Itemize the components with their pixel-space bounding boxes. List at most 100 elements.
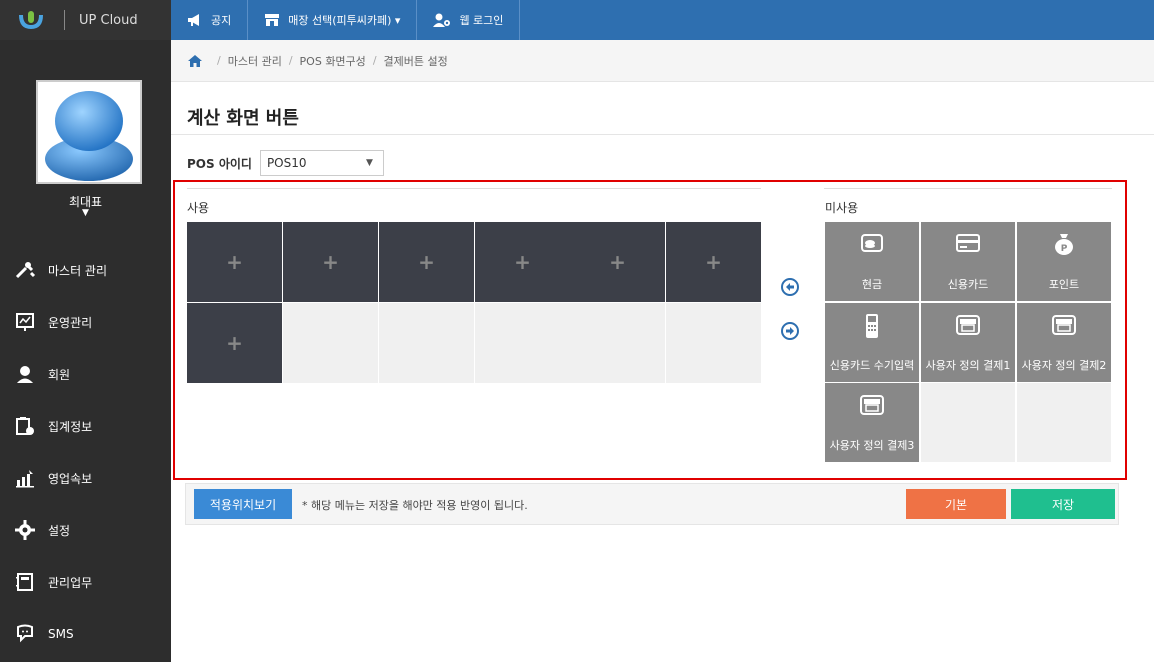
used-slot[interactable]: + <box>570 222 665 302</box>
unused-title: 미사용 <box>825 201 859 215</box>
store-icon <box>1017 313 1111 337</box>
unused-button-label: 포인트 <box>1048 278 1080 291</box>
used-divider <box>187 188 761 189</box>
unused-button-cash[interactable]: 현금 <box>825 222 919 301</box>
store-icon <box>825 393 919 417</box>
unused-divider <box>824 188 1112 189</box>
preview-position-button[interactable]: 적용위치보기 <box>194 489 292 519</box>
unused-button-custom-2[interactable]: 사용자 정의 결제2 <box>1017 303 1111 382</box>
notebook-icon <box>14 571 36 593</box>
unused-button-label: 현금 <box>861 278 883 291</box>
breadcrumb: / 마스터 관리 / POS 화면구성 / 결제버튼 설정 <box>171 40 1154 82</box>
used-slot[interactable]: + <box>187 303 282 383</box>
unused-button-label: 신용카드 수기입력 <box>829 359 915 372</box>
sidebar-item-master[interactable]: 마스터 관리 <box>0 244 171 296</box>
used-title: 사용 <box>187 201 210 215</box>
used-slot[interactable]: + <box>666 222 761 302</box>
chevron-down-icon: ▼ <box>366 158 373 168</box>
default-button[interactable]: 기본 <box>906 489 1006 519</box>
sidebar-item-operation[interactable]: 운영관리 <box>0 296 171 348</box>
sidebar-item-settings[interactable]: 설정 <box>0 504 171 556</box>
unused-button-card-manual[interactable]: 신용카드 수기입력 <box>825 303 919 382</box>
unused-slot-empty[interactable] <box>921 383 1015 462</box>
unused-slot-empty[interactable] <box>1017 383 1111 462</box>
home-icon[interactable] <box>188 54 202 67</box>
sidebar-item-label: SMS <box>48 627 74 641</box>
store-icon <box>264 13 280 27</box>
sidebar-item-label: 운영관리 <box>48 315 93 330</box>
plus-icon: + <box>514 250 531 274</box>
store-select-label: 매장 선택(피투씨카페) ▾ <box>288 14 401 27</box>
wrench-icon <box>14 259 36 281</box>
sidebar-item-sms[interactable]: SMS <box>0 608 171 660</box>
used-slot[interactable]: + <box>475 222 570 302</box>
used-slot-empty[interactable] <box>570 303 665 383</box>
used-slot[interactable]: + <box>379 222 474 302</box>
plus-icon: + <box>322 250 339 274</box>
web-login-button[interactable]: 웹 로그인 <box>417 0 521 40</box>
cash-icon <box>825 232 919 254</box>
credit-card-icon <box>921 232 1015 254</box>
user-menu-caret[interactable]: ▼ <box>0 208 171 218</box>
used-slot-empty[interactable] <box>475 303 570 383</box>
sidebar-nav: 마스터 관리 운영관리 회원 집계정보 영업속보 설정 관리업무 SMS <box>0 244 171 660</box>
sidebar-item-admin-work[interactable]: 관리업무 <box>0 556 171 608</box>
phone-chat-icon <box>14 623 36 645</box>
breadcrumb-item-master[interactable]: 마스터 관리 <box>228 53 282 69</box>
sidebar-item-sales-flash[interactable]: 영업속보 <box>0 452 171 504</box>
title-divider <box>171 134 1154 135</box>
used-slot-empty[interactable] <box>379 303 474 383</box>
unused-button-custom-1[interactable]: 사용자 정의 결제1 <box>921 303 1015 382</box>
save-button[interactable]: 저장 <box>1011 489 1115 519</box>
page-title: 계산 화면 버튼 <box>187 108 299 129</box>
unused-button-label: 사용자 정의 결제2 <box>1021 359 1107 372</box>
plus-icon: + <box>418 250 435 274</box>
upcloud-logo-icon[interactable] <box>18 9 44 31</box>
brand-bar: UP Cloud <box>0 0 171 40</box>
unused-button-point[interactable]: P 포인트 <box>1017 222 1111 301</box>
svg-text:P: P <box>1061 244 1068 254</box>
sidebar-item-label: 관리업무 <box>48 575 93 590</box>
sidebar-item-label: 회원 <box>48 367 71 382</box>
breadcrumb-separator: / <box>288 54 293 67</box>
notice-label: 공지 <box>211 14 232 27</box>
avatar[interactable] <box>36 80 142 184</box>
pos-id-select[interactable]: POS10 ▼ <box>259 150 384 176</box>
plus-icon: + <box>705 250 722 274</box>
top-bar: 공지 매장 선택(피투씨카페) ▾ 웹 로그인 <box>171 0 1154 40</box>
unused-button-label: 신용카드 <box>947 278 989 291</box>
used-slot-empty[interactable] <box>283 303 378 383</box>
clipboard-pie-icon <box>14 415 36 437</box>
user-gear-icon <box>433 13 451 27</box>
sidebar-item-summary[interactable]: 집계정보 <box>0 400 171 452</box>
used-slot-empty[interactable] <box>666 303 761 383</box>
megaphone-icon <box>187 13 203 27</box>
used-slot[interactable]: + <box>187 222 282 302</box>
breadcrumb-separator: / <box>372 54 377 67</box>
used-slot[interactable]: + <box>283 222 378 302</box>
chart-board-icon <box>14 311 36 333</box>
bar-chart-up-icon <box>14 467 36 489</box>
sidebar: UP Cloud 최대표 ▼ 마스터 관리 운영관리 회원 집계정보 영업속보 … <box>0 0 171 662</box>
gear-icon <box>14 519 36 541</box>
sidebar-item-label: 설정 <box>48 523 71 538</box>
unused-button-custom-3[interactable]: 사용자 정의 결제3 <box>825 383 919 462</box>
plus-icon: + <box>226 250 243 274</box>
notice-button[interactable]: 공지 <box>171 0 249 40</box>
move-left-arrow-icon[interactable] <box>781 278 799 296</box>
sidebar-item-member[interactable]: 회원 <box>0 348 171 400</box>
unused-button-credit-card[interactable]: 신용카드 <box>921 222 1015 301</box>
move-right-arrow-icon[interactable] <box>781 322 799 340</box>
pos-id-value: POS10 <box>266 156 307 170</box>
pos-id-row: POS 아이디 POS10 ▼ <box>187 150 384 176</box>
point-bag-icon: P <box>1017 232 1111 256</box>
plus-icon: + <box>609 250 626 274</box>
card-terminal-icon <box>825 313 919 339</box>
brand-separator <box>64 10 65 30</box>
store-select-button[interactable]: 매장 선택(피투씨카페) ▾ <box>248 0 418 40</box>
sidebar-item-label: 영업속보 <box>48 471 93 486</box>
breadcrumb-item-pos-screen[interactable]: POS 화면구성 <box>300 53 366 69</box>
web-login-label: 웹 로그인 <box>459 14 504 27</box>
unused-button-label: 사용자 정의 결제1 <box>925 359 1011 372</box>
brand-name[interactable]: UP Cloud <box>79 13 138 28</box>
